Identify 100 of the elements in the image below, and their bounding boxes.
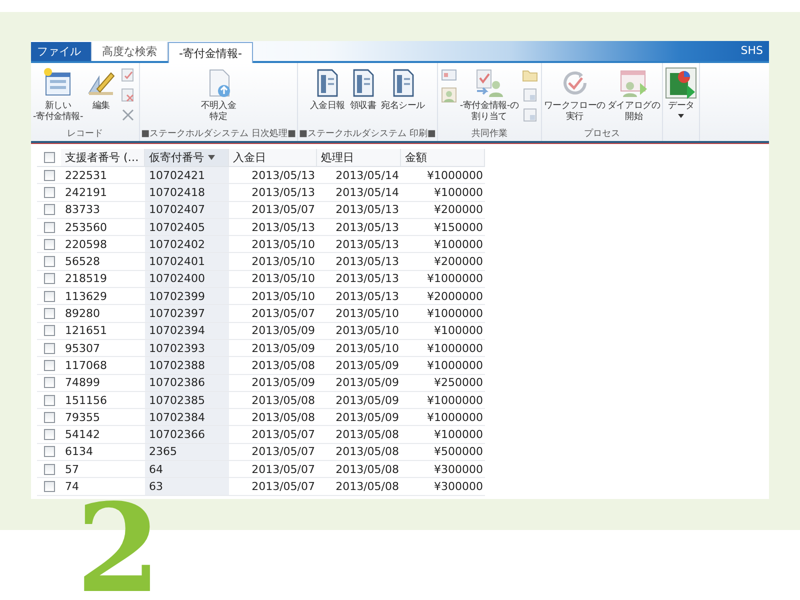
ribbon-button[interactable]: 新しい -寄付金情報- (32, 65, 84, 125)
table-cell-text: 2013/05/13 (250, 184, 316, 201)
column-header[interactable]: 仮寄付番号 (145, 149, 229, 166)
row-checkbox[interactable] (44, 394, 54, 406)
table-cell-text: 2013/05/10 (334, 323, 400, 339)
table-cell: 10702402 (145, 236, 229, 252)
row-checkbox[interactable] (44, 273, 54, 284)
table-cell: 63 (145, 478, 229, 495)
step-number: 2 (76, 499, 161, 597)
table-cell-text: 117068 (64, 358, 108, 374)
table-cell-text: ¥250000 (433, 375, 484, 391)
table-cell-text: 2013/05/07 (250, 444, 316, 460)
column-header[interactable]: 処理日 (317, 149, 401, 166)
table-cell-text: 2013/05/10 (250, 288, 316, 304)
table-cell-text: 2013/05/08 (250, 358, 316, 374)
row-checkbox[interactable] (44, 204, 54, 216)
column-header[interactable]: 金額 (401, 149, 485, 166)
table-cell-text: 74899 (64, 375, 101, 391)
table-cell-text: 2013/05/08 (334, 462, 400, 478)
ribbon-button[interactable]: 入金日報 (308, 65, 346, 114)
table-cell-text: 2013/05/09 (334, 375, 400, 391)
table-cell-text: 6134 (64, 444, 94, 460)
table-cell-text: 2013/05/09 (334, 358, 400, 374)
row-checkbox[interactable] (44, 412, 54, 423)
caret-icon (678, 114, 684, 118)
table-cell-text: 2013/05/13 (334, 236, 400, 252)
ribbon-group-label: プロセス (582, 127, 621, 141)
table-cell-text: ¥1000000 (426, 340, 484, 356)
row-checkbox[interactable] (44, 308, 54, 320)
table-cell: 10702386 (145, 374, 229, 391)
table-cell-text: 2013/05/13 (250, 168, 316, 184)
ribbon-tab[interactable]: ファイル (31, 42, 92, 61)
checked-document-icon (120, 67, 136, 83)
table-cell-text: ¥100000 (433, 427, 484, 443)
table-cell-text: 121651 (64, 323, 108, 339)
table-cell-text: 2013/05/13 (334, 288, 400, 304)
table-cell: 64 (145, 461, 229, 478)
ribbon-button[interactable]: 不明入金 特定 (200, 65, 238, 125)
ribbon-group-label: ■ステークホルダシステム 印刷■ (298, 128, 436, 141)
row-checkbox[interactable] (44, 222, 54, 233)
ribbon-button[interactable]: -寄付金情報-の 割り当て (458, 65, 520, 125)
row-checkbox[interactable] (44, 290, 54, 302)
ribbon-group-label: レコード (66, 128, 104, 141)
row-checkbox[interactable] (44, 342, 54, 354)
table-cell: 10702400 (145, 270, 229, 288)
ribbon-button[interactable]: 宛名シール (380, 65, 426, 114)
table-cell: 10702418 (145, 184, 229, 201)
table-cell-text: ¥1000000 (426, 271, 484, 288)
row-checkbox[interactable] (44, 170, 54, 181)
row-checkbox[interactable] (44, 186, 54, 198)
ribbon-button[interactable]: データ (664, 65, 698, 120)
table-cell-text: 2013/05/09 (334, 392, 400, 408)
ribbon-button[interactable]: 領収書 (346, 65, 380, 114)
row-checkbox[interactable] (44, 360, 54, 371)
table-cell-text: 2013/05/09 (250, 375, 316, 391)
table-cell-text: ¥200000 (433, 202, 484, 218)
table-cell-text: 2013/05/13 (334, 202, 400, 218)
table-cell: 10702399 (145, 288, 229, 304)
row-checkbox[interactable] (44, 429, 54, 440)
table-cell-text: 2013/05/08 (250, 410, 316, 426)
ribbon-button[interactable]: ダイアログの 開始 (606, 65, 662, 125)
row-checkbox[interactable] (44, 377, 54, 388)
row-checkbox[interactable] (44, 464, 54, 475)
table-cell: 10702405 (145, 218, 229, 236)
table-cell-text: 220598 (64, 236, 108, 252)
ribbon-group-label: 共同作業 (470, 128, 508, 141)
document-remove-icon (120, 87, 136, 103)
ribbon-tab[interactable]: -寄付金情報- (168, 42, 253, 63)
table-cell-text: ¥1000000 (426, 392, 484, 408)
row-checkbox[interactable] (44, 446, 54, 458)
table-cell-text: 2013/05/08 (334, 478, 400, 495)
table-cell-text: 222531 (64, 168, 108, 184)
row-checkbox[interactable] (44, 325, 54, 336)
table-cell-text: 95307 (64, 340, 101, 356)
table-cell-text: 218519 (64, 271, 108, 288)
ribbon-button[interactable]: ワークフローの 実行 (542, 65, 606, 125)
table-cell-text: 83733 (64, 202, 101, 218)
table-cell: 10702394 (145, 322, 229, 339)
row-checkbox[interactable] (44, 480, 54, 492)
table-cell-text: 2013/05/13 (334, 271, 400, 288)
table-cell: 10702407 (145, 202, 229, 218)
table-cell-text: 2013/05/08 (250, 392, 316, 408)
column-header[interactable]: 入金日 (229, 149, 317, 166)
table-cell-text: 2013/05/10 (334, 306, 400, 322)
column-header[interactable]: 支援者番号 (… (61, 149, 145, 166)
table-cell-text: ¥300000 (433, 478, 484, 495)
document-icon (522, 87, 538, 103)
table-cell-text: 2013/05/09 (250, 323, 316, 339)
select-all-checkbox[interactable] (44, 152, 54, 163)
user-label: SHS (740, 44, 763, 57)
table-cell-text: 113629 (64, 288, 108, 304)
table-cell-text: 2013/05/09 (334, 410, 400, 426)
row-checkbox[interactable] (44, 238, 54, 250)
table-cell-text: 2013/05/07 (250, 306, 316, 322)
table-cell: 10702421 (145, 167, 229, 184)
table-cell-text: 54142 (64, 427, 101, 443)
table-cell-text: ¥1000000 (426, 410, 484, 426)
table-cell-text: 56528 (64, 254, 101, 270)
ribbon-button[interactable]: 編集 (84, 65, 118, 114)
row-checkbox[interactable] (44, 256, 54, 268)
